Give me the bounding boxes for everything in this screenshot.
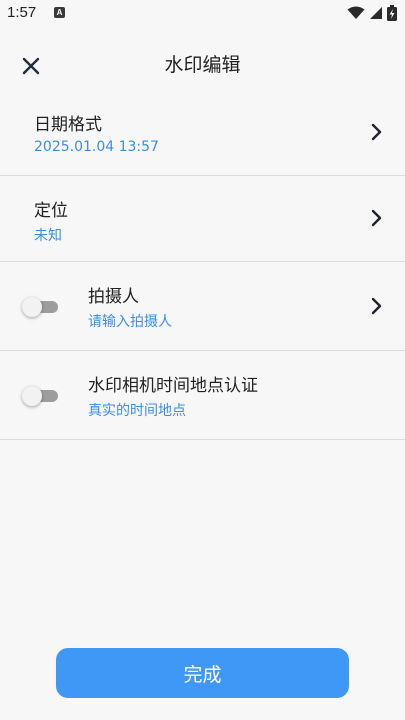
app-header: 水印编辑 xyxy=(0,28,405,90)
wifi-icon xyxy=(347,6,365,19)
status-icons xyxy=(347,5,397,21)
chevron-right-icon xyxy=(371,209,382,227)
row-title: 日期格式 xyxy=(34,115,102,135)
done-button[interactable]: 完成 xyxy=(56,648,349,698)
chevron-right-icon xyxy=(371,123,382,141)
notification-a-icon: A xyxy=(54,7,65,18)
row-time-location-verification[interactable]: 水印相机时间地点认证 真实的时间地点 xyxy=(0,351,405,440)
row-subtitle: 请输入拍摄人 xyxy=(88,314,172,330)
cellular-signal-icon xyxy=(370,7,382,19)
row-title: 拍摄人 xyxy=(88,287,139,307)
row-subtitle: 2025.01.04 13:57 xyxy=(34,139,159,155)
page-title: 水印编辑 xyxy=(164,54,241,76)
row-subtitle: 未知 xyxy=(34,228,62,244)
row-title: 水印相机时间地点认证 xyxy=(88,376,258,396)
chevron-right-icon xyxy=(371,297,382,315)
row-location[interactable]: 定位 未知 xyxy=(0,176,405,262)
verification-toggle[interactable] xyxy=(22,386,58,406)
row-date-format[interactable]: 日期格式 2025.01.04 13:57 xyxy=(0,90,405,176)
toggle-thumb xyxy=(22,386,42,406)
status-time: 1:57 xyxy=(7,4,37,21)
row-subtitle: 真实的时间地点 xyxy=(88,403,186,419)
settings-list: 日期格式 2025.01.04 13:57 定位 未知 拍摄人 请输入拍摄人 水… xyxy=(0,90,405,440)
toggle-thumb xyxy=(22,297,42,317)
row-title: 定位 xyxy=(34,201,68,221)
photographer-toggle[interactable] xyxy=(22,297,58,317)
battery-charging-icon xyxy=(387,5,397,21)
row-photographer[interactable]: 拍摄人 请输入拍摄人 xyxy=(0,262,405,351)
status-bar: 1:57 A xyxy=(0,0,405,28)
